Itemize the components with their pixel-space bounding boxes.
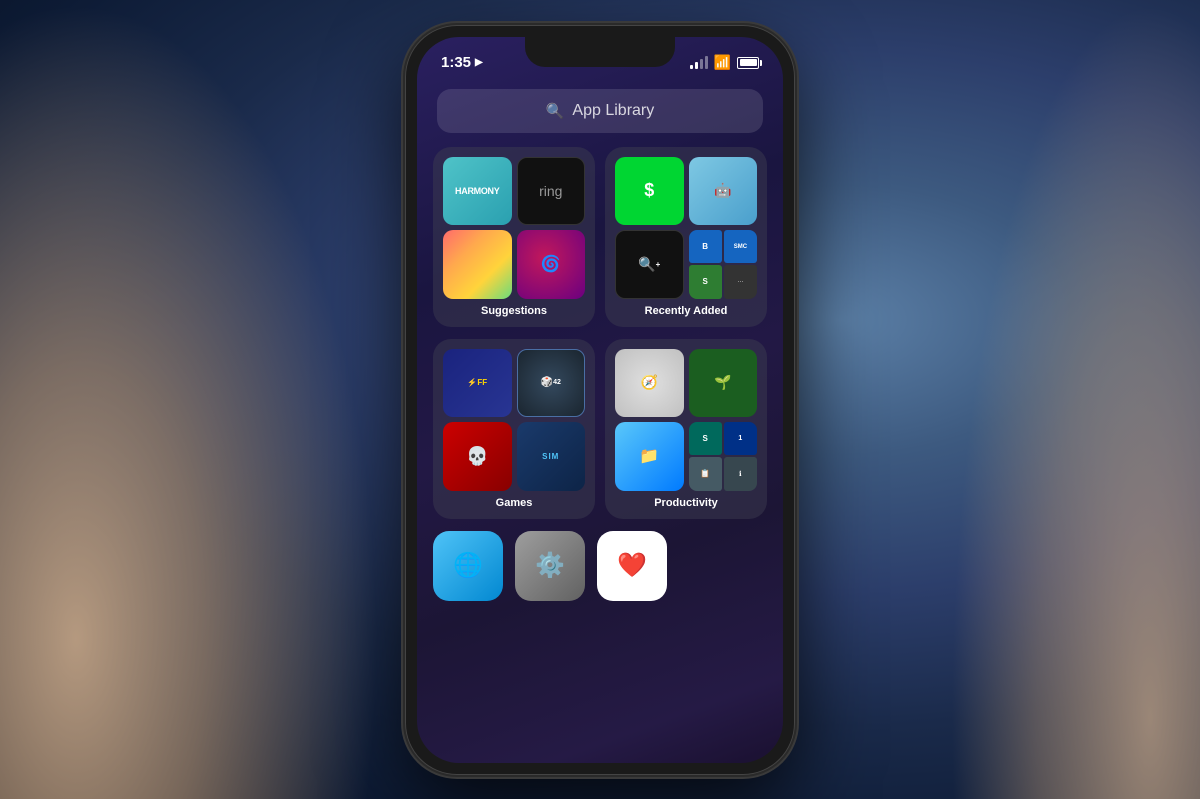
- app-sms-s[interactable]: S: [689, 265, 722, 298]
- search-bar[interactable]: 🔍 App Library: [437, 89, 763, 133]
- category-recently-added[interactable]: $ 🤖 🔍+ B SMC S ··· Recently Adde: [605, 147, 767, 327]
- recently-added-label: Recently Added: [645, 305, 728, 317]
- app-ring[interactable]: ring: [517, 157, 586, 226]
- app-safari[interactable]: 🧭: [615, 349, 684, 418]
- app-files[interactable]: 📁: [615, 422, 684, 491]
- app-sms-b[interactable]: B: [689, 230, 722, 263]
- categories-row-2: ⚡FF 🎲42 💀 SIM Games 🧭: [433, 339, 767, 519]
- phone-screen: 1:35 ▶ 📶 🔍 App Library: [417, 37, 783, 763]
- app-final-fantasy[interactable]: ⚡FF: [443, 349, 512, 418]
- suggestions-apps: HARMONY ring 🌀: [443, 157, 585, 299]
- bottom-partial-row: 🌐 ⚙️ ❤️: [433, 531, 767, 601]
- productivity-subgroup[interactable]: S 1 📋 ℹ: [689, 422, 758, 491]
- location-icon: ▶: [475, 57, 483, 68]
- search-placeholder: App Library: [572, 102, 654, 120]
- app-library-grid: HARMONY ring 🌀 Suggestions $: [433, 147, 767, 703]
- app-woebot[interactable]: 🤖: [689, 157, 758, 226]
- app-extra2[interactable]: ℹ: [724, 457, 757, 490]
- app-sim[interactable]: SIM: [517, 422, 586, 491]
- search-icon: 🔍: [546, 102, 565, 120]
- app-bottom-1[interactable]: 🌐: [433, 531, 503, 601]
- app-cashapp[interactable]: $: [615, 157, 684, 226]
- status-time: 1:35 ▶: [441, 54, 483, 71]
- app-bottom-3[interactable]: ❤️: [597, 531, 667, 601]
- category-suggestions[interactable]: HARMONY ring 🌀 Suggestions: [433, 147, 595, 327]
- app-nova[interactable]: 🌀: [517, 230, 586, 299]
- hand-right: [950, 0, 1200, 799]
- app-stocard[interactable]: [443, 230, 512, 299]
- app-bottom-2[interactable]: ⚙️: [515, 531, 585, 601]
- app-harmony[interactable]: HARMONY: [443, 157, 512, 226]
- phone-frame: 1:35 ▶ 📶 🔍 App Library: [405, 25, 795, 775]
- app-s2[interactable]: S: [689, 422, 722, 455]
- notch: [525, 37, 675, 67]
- app-lupa[interactable]: 🔍+: [615, 230, 684, 299]
- battery-icon: [737, 57, 759, 69]
- games-apps: ⚡FF 🎲42 💀 SIM: [443, 349, 585, 491]
- app-1password[interactable]: 1: [724, 422, 757, 455]
- productivity-apps: 🧭 🌱 📁 S 1 📋 ℹ: [615, 349, 757, 491]
- app-sms-group[interactable]: B SMC S ···: [689, 230, 758, 299]
- app-dice[interactable]: 🎲42: [517, 349, 586, 418]
- productivity-label: Productivity: [654, 497, 718, 509]
- app-extra1[interactable]: 📋: [689, 457, 722, 490]
- hand-left: [0, 0, 380, 799]
- games-label: Games: [496, 497, 533, 509]
- app-robinhood[interactable]: 🌱: [689, 349, 758, 418]
- app-skull-game[interactable]: 💀: [443, 422, 512, 491]
- category-productivity[interactable]: 🧭 🌱 📁 S 1 📋 ℹ Productivity: [605, 339, 767, 519]
- suggestions-label: Suggestions: [481, 305, 547, 317]
- app-sms-smc[interactable]: SMC: [724, 230, 757, 263]
- app-sms-extra[interactable]: ···: [724, 265, 757, 298]
- status-icons: 📶: [690, 54, 759, 71]
- time-display: 1:35: [441, 54, 471, 71]
- category-games[interactable]: ⚡FF 🎲42 💀 SIM Games: [433, 339, 595, 519]
- wifi-icon: 📶: [714, 54, 731, 71]
- recently-added-apps: $ 🤖 🔍+ B SMC S ···: [615, 157, 757, 299]
- signal-icon: [690, 57, 708, 69]
- categories-row-1: HARMONY ring 🌀 Suggestions $: [433, 147, 767, 327]
